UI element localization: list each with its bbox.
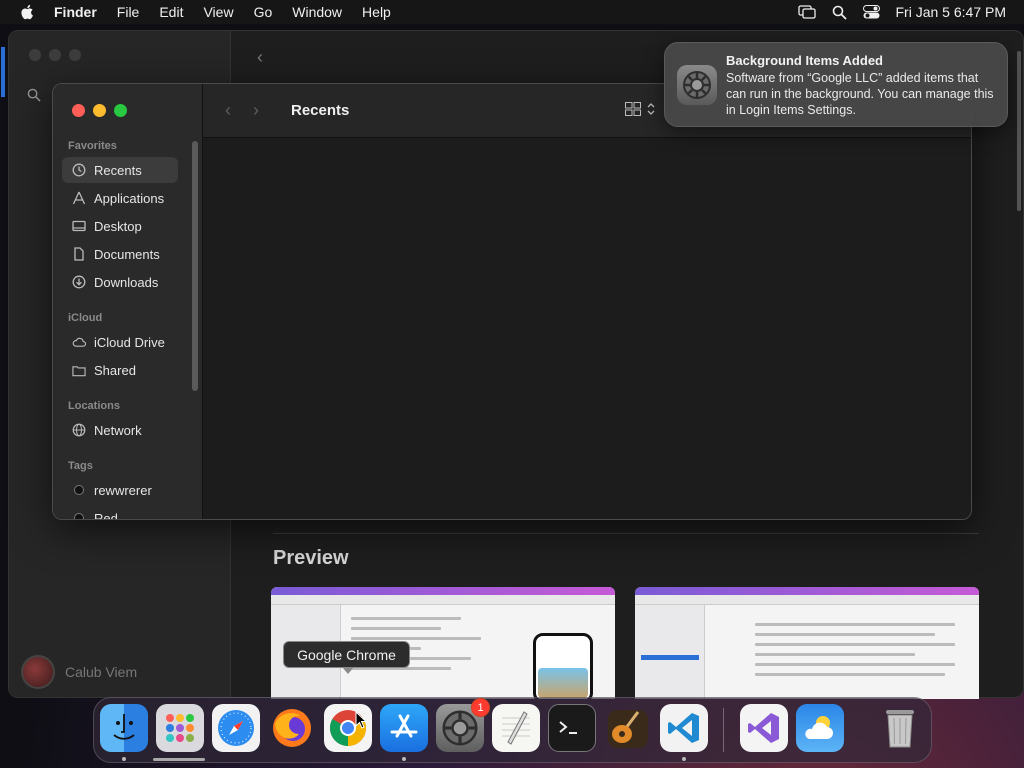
sidebar-item-recents[interactable]: Recents	[62, 157, 178, 183]
dock: 1	[93, 697, 932, 763]
textedit-icon[interactable]	[492, 704, 540, 752]
finder-window: Favorites Recents Applications Desktop D…	[52, 83, 972, 520]
menu-bar: Finder File Edit View Go Window Help Fri…	[0, 0, 1024, 24]
dock-tooltip: Google Chrome	[283, 641, 410, 674]
user-profile[interactable]: Calub Viem	[21, 655, 137, 689]
sidebar-header-favorites: Favorites	[68, 140, 117, 152]
window-title: Recents	[291, 102, 350, 119]
zoom-button[interactable]	[114, 104, 127, 117]
back-chevron-icon[interactable]: ‹	[257, 47, 263, 68]
screen-mirroring-icon[interactable]	[797, 5, 816, 19]
sidebar-item-label: Recents	[94, 162, 142, 178]
sidebar-item-label: Shared	[94, 362, 136, 378]
minimize-button[interactable]	[93, 104, 106, 117]
sidebar-item-network[interactable]: Network	[62, 417, 178, 443]
document-icon	[72, 247, 86, 261]
dock-separator	[723, 708, 724, 752]
finder-sidebar: Favorites Recents Applications Desktop D…	[53, 84, 203, 519]
menu-app-name[interactable]: Finder	[54, 4, 97, 20]
app-launch-indicator	[153, 758, 205, 761]
menu-view[interactable]: View	[203, 4, 233, 20]
desktop-icon	[72, 219, 86, 233]
mouse-pointer-icon	[355, 711, 367, 729]
running-indicator	[122, 757, 126, 761]
sidebar-item-shared[interactable]: Shared	[62, 357, 178, 383]
running-indicator	[402, 757, 406, 761]
grid-view-icon[interactable]	[625, 102, 641, 116]
visual-studio-icon[interactable]	[740, 704, 788, 752]
sidebar-item-label: Network	[94, 422, 142, 438]
preview-thumbnail-2[interactable]	[635, 587, 979, 699]
weather-icon[interactable]	[796, 704, 844, 752]
spotlight-search-icon[interactable]	[832, 5, 847, 20]
apple-menu-icon[interactable]	[18, 4, 38, 20]
system-settings-icon[interactable]: 1	[436, 698, 490, 752]
sidebar-header-locations: Locations	[68, 400, 120, 412]
window-controls	[72, 104, 127, 117]
selection-accent	[1, 47, 5, 97]
sidebar-header-icloud: iCloud	[68, 312, 103, 324]
sidebar-item-label: Red	[94, 510, 118, 520]
control-center-icon[interactable]	[862, 5, 880, 19]
menu-edit[interactable]: Edit	[159, 4, 183, 20]
notification-title: Background Items Added	[726, 53, 883, 68]
launchpad-icon[interactable]	[156, 704, 204, 752]
sidebar-item-label: Documents	[94, 246, 160, 262]
sidebar-item-downloads[interactable]: Downloads	[62, 269, 178, 295]
sidebar-item-label: Desktop	[94, 218, 142, 234]
sidebar-item-icloud-drive[interactable]: iCloud Drive	[62, 329, 178, 355]
back-chevron-icon[interactable]: ‹	[225, 100, 231, 121]
menu-go[interactable]: Go	[254, 4, 273, 20]
trash-icon[interactable]	[876, 704, 924, 752]
system-settings-gear-icon	[677, 65, 717, 105]
file-list-area[interactable]	[203, 138, 971, 519]
menu-clock[interactable]: Fri Jan 5 6:47 PM	[896, 4, 1007, 20]
menu-window[interactable]: Window	[292, 4, 342, 20]
close-button[interactable]	[72, 104, 85, 117]
sidebar-item-desktop[interactable]: Desktop	[62, 213, 178, 239]
sidebar-item-label: Applications	[94, 190, 165, 206]
divider	[273, 533, 979, 534]
background-window-controls	[29, 49, 81, 61]
cloud-icon	[72, 335, 86, 349]
clock-icon	[72, 163, 86, 177]
notification-badge: 1	[471, 698, 490, 717]
applications-icon	[72, 191, 86, 205]
sidebar-scrollbar[interactable]	[192, 141, 198, 391]
finder-icon[interactable]	[100, 704, 148, 752]
tag-dot-icon	[72, 483, 86, 497]
garageband-icon[interactable]	[604, 704, 652, 752]
user-name: Calub Viem	[65, 664, 138, 680]
notification-body: Software from “Google LLC” added items t…	[726, 71, 994, 117]
network-icon	[72, 423, 86, 437]
tag-dot-icon	[72, 511, 86, 519]
safari-icon[interactable]	[212, 704, 260, 752]
sidebar-header-tags: Tags	[68, 460, 93, 472]
firefox-icon[interactable]	[268, 704, 316, 752]
preview-heading: Preview	[273, 547, 349, 569]
chevron-updown-icon[interactable]	[647, 102, 655, 116]
sidebar-item-applications[interactable]: Applications	[62, 185, 178, 211]
notification-banner[interactable]: Background Items Added Software from “Go…	[664, 42, 1008, 127]
running-indicator	[682, 757, 686, 761]
vscode-icon[interactable]	[660, 704, 708, 752]
menu-help[interactable]: Help	[362, 4, 391, 20]
sidebar-item-label: iCloud Drive	[94, 334, 165, 350]
shared-folder-icon	[72, 363, 86, 377]
download-icon	[72, 275, 86, 289]
sidebar-item-label: rewwrerer	[94, 482, 152, 498]
app-store-icon[interactable]	[380, 704, 428, 752]
sidebar-item-tag-rewwrerer[interactable]: rewwrerer	[62, 477, 178, 503]
terminal-icon[interactable]	[548, 704, 596, 752]
search-icon[interactable]	[27, 88, 41, 102]
scrollbar[interactable]	[1017, 51, 1021, 211]
forward-chevron-icon[interactable]: ›	[253, 100, 259, 121]
sidebar-item-documents[interactable]: Documents	[62, 241, 178, 267]
avatar	[21, 655, 55, 689]
sidebar-item-label: Downloads	[94, 274, 159, 290]
sidebar-item-tag-red[interactable]: Red	[62, 505, 178, 520]
view-options[interactable]	[625, 102, 655, 116]
menu-file[interactable]: File	[117, 4, 140, 20]
